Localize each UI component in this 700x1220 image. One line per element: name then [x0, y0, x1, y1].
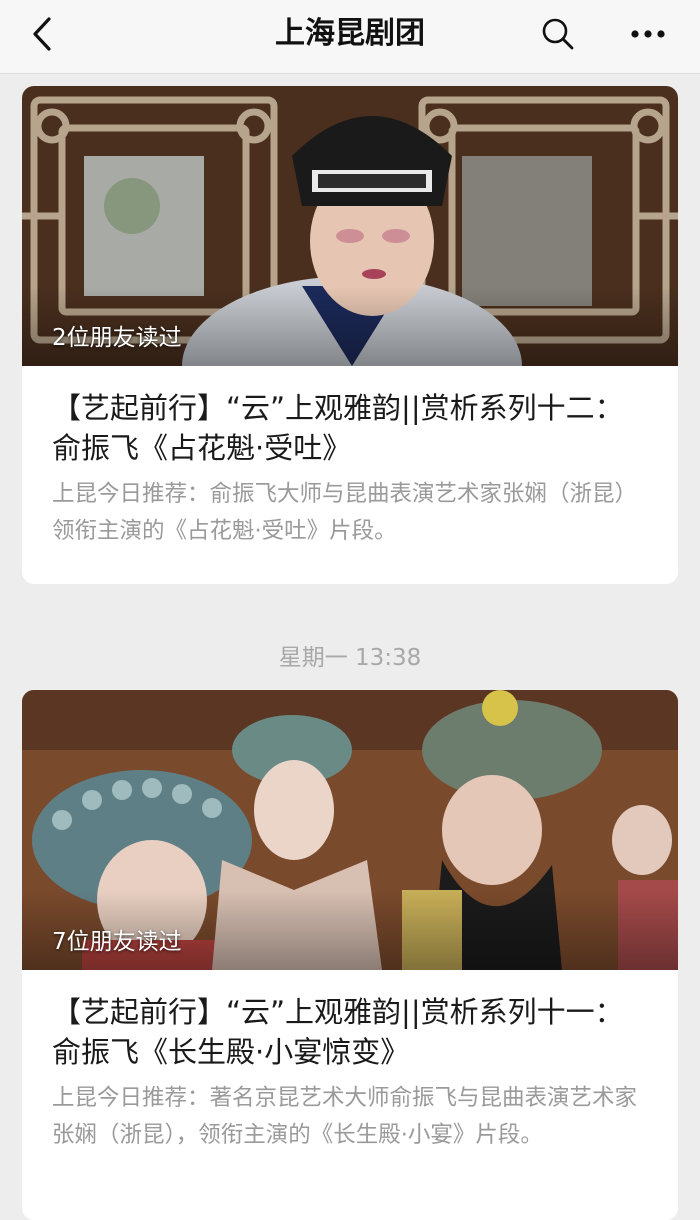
article-card[interactable]: 2位朋友读过 【艺起前行】“云”上观雅韵||赏析系列十二：俞振飞《占花魁·受吐》… [22, 86, 678, 584]
more-button[interactable] [626, 14, 670, 54]
navigation-bar: 上海昆剧团 [0, 0, 700, 74]
search-button[interactable] [538, 14, 578, 54]
article-cover-image: 2位朋友读过 [22, 86, 678, 366]
more-dots-icon [631, 30, 665, 38]
article-description: 上昆今日推荐：俞振飞大师与昆曲表演艺术家张娴（浙昆）领衔主演的《占花魁·受吐》片… [52, 481, 638, 544]
page-title: 上海昆剧团 [275, 16, 425, 51]
timestamp-label: 星期一 13:38 [278, 645, 422, 671]
article-description: 上昆今日推荐：著名京昆艺术大师俞振飞与昆曲表演艺术家张娴（浙昆），领衔主演的《长… [52, 1085, 638, 1148]
article-cover-image: 7位朋友读过 [22, 690, 678, 970]
article-card[interactable]: 7位朋友读过 【艺起前行】“云”上观雅韵||赏析系列十一：俞振飞《长生殿·小宴惊… [22, 690, 678, 1220]
friends-read-badge: 2位朋友读过 [52, 325, 182, 351]
article-title[interactable]: 【艺起前行】“云”上观雅韵||赏析系列十一：俞振飞《长生殿·小宴惊变》 [22, 970, 678, 1072]
friends-read-badge: 7位朋友读过 [52, 929, 182, 955]
article-title[interactable]: 【艺起前行】“云”上观雅韵||赏析系列十二：俞振飞《占花魁·受吐》 [22, 366, 678, 468]
search-icon [542, 18, 574, 50]
